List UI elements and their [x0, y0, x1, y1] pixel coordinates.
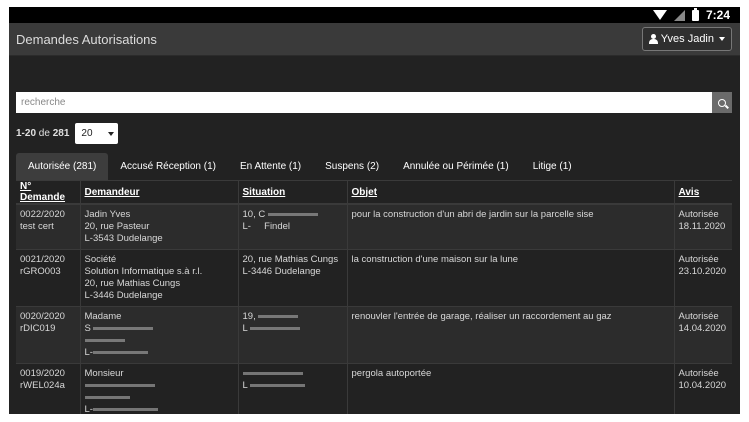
tab-suspens[interactable]: Suspens (2): [313, 153, 391, 180]
caret-down-icon: [719, 37, 725, 41]
table-row[interactable]: 0022/2020 test cert Jadin Yves 20, rue Pas…: [16, 204, 732, 250]
header-objet[interactable]: Objet: [347, 181, 675, 205]
header-numero[interactable]: N° Demande: [16, 181, 81, 205]
cell-demandeur: Monsieur L-: [80, 363, 239, 414]
status-bar: 7:24: [9, 7, 740, 23]
status-time: 7:24: [705, 8, 730, 22]
pagination-text: 1-20 de 281: [16, 128, 69, 139]
table-row[interactable]: 0019/2020 rWEL024a Monsieur L- L pergola a…: [16, 363, 732, 414]
table-row[interactable]: 0021/2020 rGRO003 Société Solution Informa…: [16, 249, 732, 307]
pagination-of: de: [38, 128, 50, 139]
search-button[interactable]: [712, 92, 732, 113]
table-row[interactable]: 0020/2020 rDIC019 Madame S L- 19, L renouv…: [16, 306, 732, 364]
requests-table: N° Demande Demandeur Situation Objet Avi…: [16, 181, 732, 414]
cell-avis: Autorisée 10.04.2020: [674, 363, 732, 414]
status-tabs: Autorisée (281) Accusé Réception (1) En …: [16, 153, 732, 181]
user-icon: [648, 34, 658, 44]
cell-situation: 20, rue Mathias Cungs L-3446 Dudelange: [238, 249, 348, 307]
pagination-info: 1-20 de 281 20: [16, 123, 119, 144]
device-screen: 7:24 Demandes Autorisations Yves Jadin 1…: [9, 7, 740, 414]
search-bar: [16, 92, 732, 113]
user-menu-button[interactable]: Yves Jadin: [641, 27, 732, 51]
cell-numero: 0022/2020 test cert: [16, 204, 81, 250]
signal-icon: [673, 9, 685, 21]
header-situation[interactable]: Situation: [238, 181, 348, 205]
tab-accuse-reception[interactable]: Accusé Réception (1): [108, 153, 228, 180]
cell-objet: pergola autoportée: [347, 363, 675, 414]
wifi-icon: [652, 10, 667, 20]
header-demandeur[interactable]: Demandeur: [80, 181, 239, 205]
user-name: Yves Jadin: [660, 33, 714, 45]
chevron-down-icon: [108, 131, 115, 136]
pagination-range: 1-20: [16, 128, 37, 139]
cell-situation: 10, C L- Findel: [238, 204, 348, 250]
cell-avis: Autorisée 23.10.2020: [674, 249, 732, 307]
page-size-select[interactable]: 20: [75, 123, 119, 144]
navbar: Demandes Autorisations Yves Jadin: [9, 23, 740, 56]
cell-objet: pour la construction d'un abri de jardin…: [347, 204, 675, 250]
header-avis[interactable]: Avis: [674, 181, 732, 205]
cell-demandeur: Jadin Yves 20, rue Pasteur L-3543 Dudelang…: [80, 204, 239, 250]
cell-objet: renouvler l'entrée de garage, réaliser u…: [347, 306, 675, 364]
cell-demandeur: Société Solution Informatique s.à r.l. 20,…: [80, 249, 239, 307]
tab-autorisee[interactable]: Autorisée (281): [16, 153, 109, 180]
search-icon: [718, 98, 726, 107]
page-size-value: 20: [81, 128, 93, 139]
app-title[interactable]: Demandes Autorisations: [16, 32, 157, 47]
battery-icon: [691, 7, 699, 21]
tab-litige[interactable]: Litige (1): [521, 153, 584, 180]
tab-en-attente[interactable]: En Attente (1): [228, 153, 313, 180]
cell-situation: L: [238, 363, 348, 414]
cell-numero: 0021/2020 rGRO003: [16, 249, 81, 307]
cell-avis: Autorisée 14.04.2020: [674, 306, 732, 364]
tab-annulee-perimee[interactable]: Annulée ou Périmée (1): [391, 153, 521, 180]
pagination-total: 281: [52, 128, 70, 139]
cell-numero: 0020/2020 rDIC019: [16, 306, 81, 364]
cell-avis: Autorisée 18.11.2020: [674, 204, 732, 250]
cell-situation: 19, L: [238, 306, 348, 364]
cell-objet: la construction d'une maison sur la lune: [347, 249, 675, 307]
search-input[interactable]: [16, 92, 712, 113]
cell-numero: 0019/2020 rWEL024a: [16, 363, 81, 414]
cell-demandeur: Madame S L-: [80, 306, 239, 364]
